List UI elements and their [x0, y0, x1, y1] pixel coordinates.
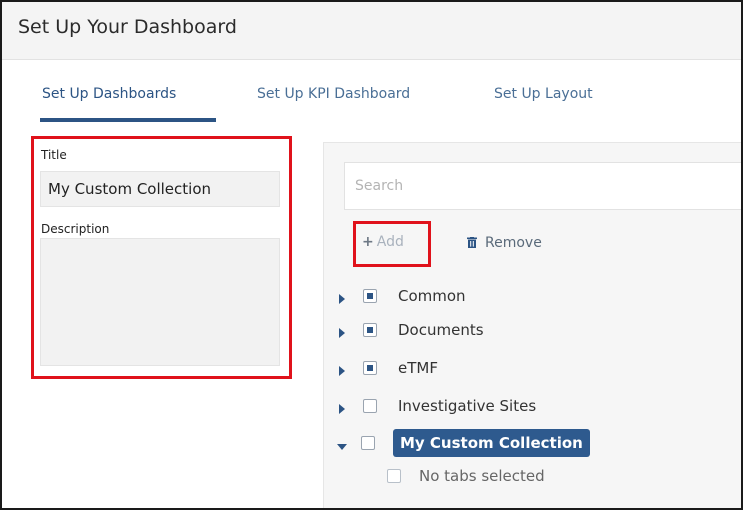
tab-set-up-dashboards[interactable]: Set Up Dashboards — [40, 86, 216, 122]
tree-item-label: Documents — [398, 321, 484, 339]
description-textarea[interactable] — [40, 238, 280, 366]
caret-right-icon[interactable] — [339, 294, 345, 304]
trash-icon — [467, 237, 477, 248]
caret-right-icon[interactable] — [339, 404, 345, 414]
tree-item-label-selected: My Custom Collection — [393, 429, 590, 457]
tab-set-up-layout[interactable]: Set Up Layout — [494, 86, 593, 122]
checkbox-partial[interactable] — [363, 289, 377, 303]
checkbox[interactable] — [361, 436, 375, 450]
active-tab-indicator — [40, 118, 216, 122]
search-input[interactable] — [344, 162, 741, 210]
add-label: Add — [376, 234, 404, 250]
remove-button[interactable]: Remove — [467, 235, 542, 251]
checkbox-partial[interactable] — [363, 361, 377, 375]
caret-down-icon[interactable] — [337, 444, 347, 450]
tab-label: Set Up Layout — [494, 86, 593, 102]
window-titlebar: Set Up Your Dashboard — [2, 2, 741, 60]
tab-set-up-kpi-dashboard[interactable]: Set Up KPI Dashboard — [257, 86, 410, 122]
caret-right-icon[interactable] — [339, 328, 345, 338]
title-label: Title — [41, 148, 67, 162]
description-label: Description — [41, 222, 110, 236]
title-input[interactable] — [40, 171, 280, 207]
collection-details-panel: Title Description — [31, 136, 292, 379]
tree-item-label: Common — [398, 287, 466, 305]
plus-icon: + — [362, 234, 374, 250]
add-highlight-box: + Add — [353, 221, 431, 267]
add-button[interactable]: + Add — [362, 234, 404, 250]
tree-item-label: Investigative Sites — [398, 397, 537, 415]
tab-label: Set Up Dashboards — [42, 86, 177, 102]
empty-child-label: No tabs selected — [419, 467, 545, 485]
dashboard-setup-window: Set Up Your Dashboard Set Up Dashboards … — [0, 0, 743, 510]
checkbox[interactable] — [363, 399, 377, 413]
caret-right-icon[interactable] — [339, 366, 345, 376]
tab-label: Set Up KPI Dashboard — [257, 86, 411, 102]
remove-label: Remove — [485, 235, 542, 251]
window-title: Set Up Your Dashboard — [18, 16, 237, 38]
checkbox[interactable] — [387, 469, 401, 483]
tree-item-label: eTMF — [398, 359, 438, 377]
checkbox-partial[interactable] — [363, 323, 377, 337]
